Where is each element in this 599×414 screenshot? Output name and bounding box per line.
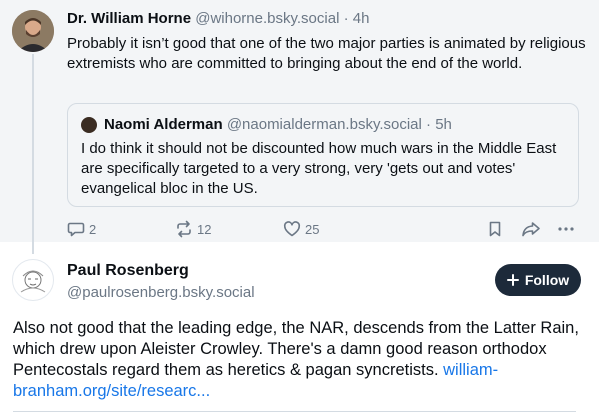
author-name[interactable]: Dr. William Horne xyxy=(67,10,191,27)
avatar-william-horne[interactable] xyxy=(12,10,54,52)
reply-count: 2 xyxy=(89,221,97,237)
author-handle[interactable]: @paulrosenberg.bsky.social xyxy=(67,284,255,301)
bookmark-icon xyxy=(489,221,501,237)
author-name[interactable]: Paul Rosenberg xyxy=(67,262,189,280)
more-icon xyxy=(558,227,574,231)
reply-post-text: Also not good that the leading edge, the… xyxy=(13,318,588,402)
separator: · xyxy=(426,116,432,133)
avatar-sketch-icon xyxy=(14,261,52,299)
like-icon xyxy=(283,221,301,237)
like-count: 25 xyxy=(305,221,320,237)
quote-post-card[interactable]: Naomi Alderman @naomialderman.bsky.socia… xyxy=(67,103,579,207)
share-icon xyxy=(522,222,540,237)
quote-time: 5h xyxy=(435,116,452,133)
post-time[interactable]: 4h xyxy=(353,10,370,27)
repost-count: 12 xyxy=(197,221,212,237)
bookmark-button[interactable] xyxy=(486,220,504,238)
follow-label: Follow xyxy=(524,272,570,288)
separator: · xyxy=(343,10,349,27)
quote-author-handle: @naomialderman.bsky.social xyxy=(226,116,422,133)
reply-icon xyxy=(67,222,85,237)
avatar-photo-icon xyxy=(12,10,54,52)
more-options-button[interactable] xyxy=(557,220,575,238)
share-button[interactable] xyxy=(521,220,541,238)
post-actions: 2 12 25 xyxy=(67,220,579,240)
quote-avatar xyxy=(81,116,97,133)
follow-button[interactable]: Follow xyxy=(495,264,581,296)
avatar-paul-rosenberg[interactable] xyxy=(12,259,54,301)
parent-post-text: Probably it isn’t good that one of the t… xyxy=(67,35,586,72)
author-handle[interactable]: @wihorne.bsky.social xyxy=(195,10,339,27)
parent-post-header: Dr. William Horne @wihorne.bsky.social ·… xyxy=(67,10,369,27)
thread-line xyxy=(32,54,34,254)
plus-icon xyxy=(506,274,519,286)
quote-header: Naomi Alderman @naomialderman.bsky.socia… xyxy=(81,116,452,133)
quote-author-name: Naomi Alderman xyxy=(104,116,223,133)
repost-icon xyxy=(177,220,191,238)
divider xyxy=(13,411,576,412)
repost-button[interactable]: 12 xyxy=(175,220,211,238)
like-button[interactable]: 25 xyxy=(283,220,319,238)
quote-text: I do think it should not be discounted h… xyxy=(81,140,557,197)
reply-button[interactable]: 2 xyxy=(67,220,96,238)
